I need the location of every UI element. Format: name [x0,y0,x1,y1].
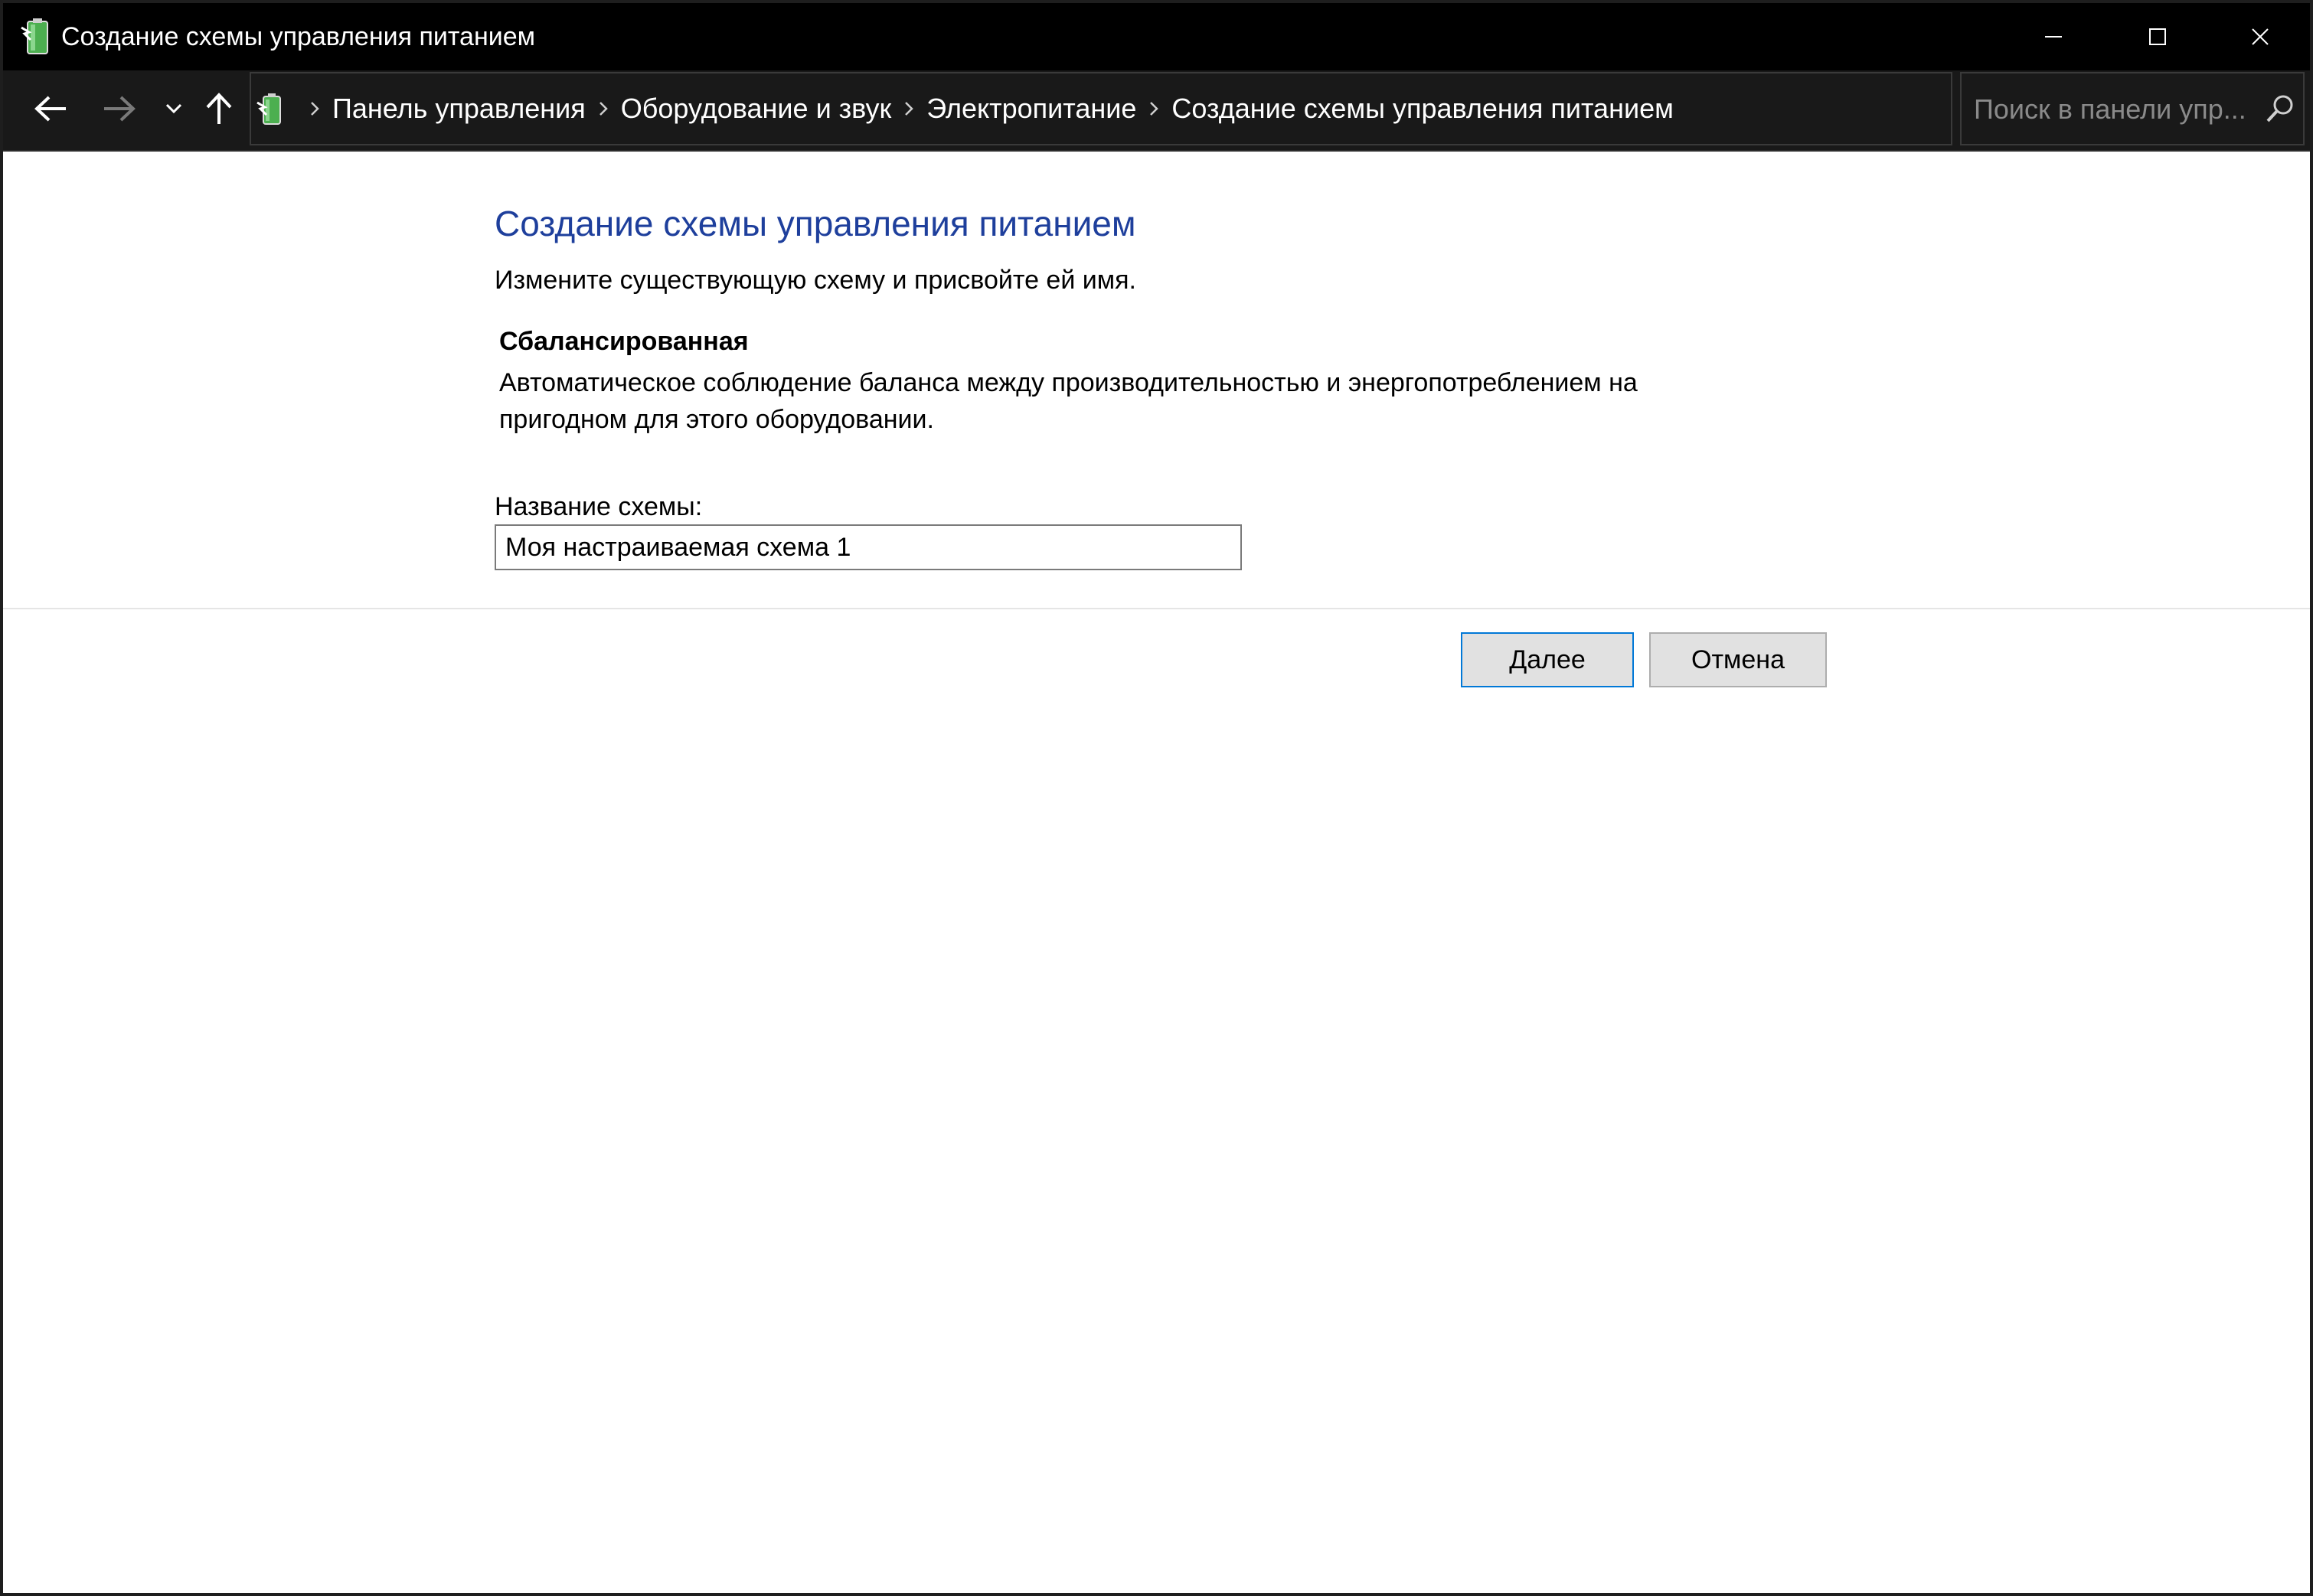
chevron-down-icon [165,103,183,119]
search-box[interactable] [1960,72,2305,145]
recent-locations-button[interactable] [156,70,191,150]
breadcrumb-hardware-and-sound[interactable]: Оборудование и звук [621,93,892,125]
page-subtitle: Измените существующую схему и присвойте … [495,266,1136,295]
plan-name-label: Название схемы: [495,492,703,521]
plan-name-input[interactable] [495,524,1242,570]
back-arrow-icon [34,95,67,126]
up-button[interactable] [196,70,242,150]
next-button[interactable]: Далее [1461,632,1634,687]
maximize-icon [2148,28,2167,46]
breadcrumb-power-options[interactable]: Электропитание [926,93,1136,125]
cancel-button[interactable]: Отмена [1649,632,1827,687]
up-arrow-icon [205,92,233,129]
breadcrumb: Панель управления Оборудование и звук Эл… [297,73,1674,144]
main-content: Создание схемы управления питанием Измен… [3,152,2310,1593]
divider [3,608,2310,609]
forward-button[interactable] [87,70,152,150]
address-bar[interactable]: Панель управления Оборудование и звук Эл… [250,72,2176,145]
chevron-right-icon [598,100,609,117]
plan-name: Сбалансированная [499,327,749,356]
close-button[interactable] [2208,3,2310,70]
forward-arrow-icon [103,95,136,126]
power-plan-window: Создание схемы управления питанием Панел… [0,0,2313,1596]
chevron-right-icon [309,100,320,117]
search-input[interactable] [1972,73,2251,145]
minimize-button[interactable] [2001,3,2106,70]
chevron-right-icon [903,100,914,117]
breadcrumb-control-panel[interactable]: Панель управления [332,93,586,125]
power-options-icon [18,17,57,57]
maximize-button[interactable] [2106,3,2210,70]
minimize-icon [2044,28,2063,46]
breadcrumb-create-power-plan[interactable]: Создание схемы управления питанием [1171,93,1673,125]
page-title: Создание схемы управления питанием [495,204,1136,243]
plan-description: Автоматическое соблюдение баланса между … [499,368,1638,434]
chevron-right-icon [1148,100,1159,117]
search-icon[interactable] [2263,92,2297,126]
close-icon [2251,28,2269,46]
window-title: Создание схемы управления питанием [61,22,536,51]
title-bar[interactable]: Создание схемы управления питанием [3,3,2310,70]
back-button[interactable] [18,70,83,150]
control-panel-icon [256,90,289,129]
